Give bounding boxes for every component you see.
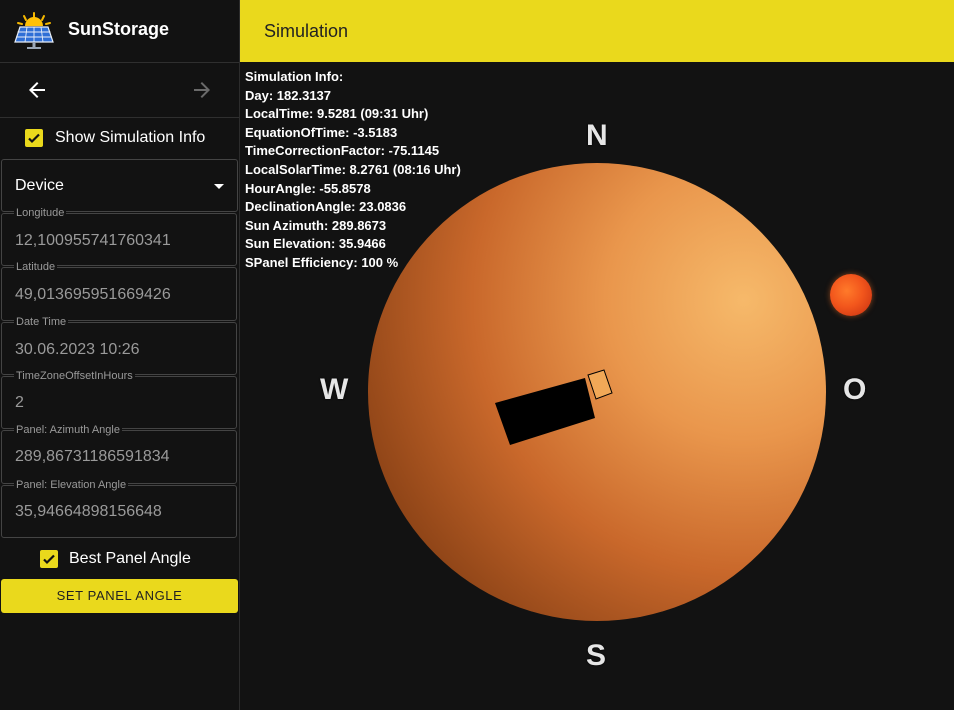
panel-elevation-value: 35,94664898156648 — [15, 503, 162, 520]
info-line: LocalTime: 9.5281 (09:31 Uhr) — [245, 106, 429, 122]
datetime-field[interactable]: Date Time 30.06.2023 10:26 — [1, 316, 237, 375]
compass-west: W — [320, 373, 349, 406]
latitude-field[interactable]: Latitude 49,013695951669426 — [1, 261, 237, 321]
brand-header: SunStorage — [0, 0, 239, 63]
datetime-label: Date Time — [14, 316, 69, 329]
show-info-checkbox[interactable] — [25, 129, 43, 147]
sidebar: SunStorage Show Simulation Info Device L… — [0, 0, 240, 710]
latitude-label: Latitude — [14, 261, 58, 274]
solar-panel-model — [495, 369, 613, 445]
check-icon — [28, 133, 40, 144]
check-icon — [43, 554, 55, 565]
datetime-value: 30.06.2023 10:26 — [15, 341, 140, 358]
navigation-row — [0, 63, 239, 118]
show-info-toggle[interactable]: Show Simulation Info — [0, 126, 239, 150]
info-line: DeclinationAngle: 23.0836 — [245, 199, 407, 215]
solar-panel-logo-icon — [14, 12, 54, 49]
panel-azimuth-field[interactable]: Panel: Azimuth Angle 289,86731186591834 — [1, 424, 237, 484]
info-line: Sun Azimuth: 289.8673 — [245, 217, 387, 233]
set-panel-angle-button[interactable]: SET PANEL ANGLE — [1, 579, 238, 613]
simulation-info-panel: Simulation Info: Day: 182.3137 LocalTime… — [245, 68, 461, 273]
compass-east: O — [843, 373, 867, 406]
timezone-offset-field[interactable]: TimeZoneOffsetInHours 2 — [1, 370, 237, 429]
compass-south: S — [586, 639, 607, 672]
panel-elevation-field[interactable]: Panel: Elevation Angle 35,94664898156648 — [1, 479, 237, 538]
panel-elevation-label: Panel: Elevation Angle — [14, 479, 129, 492]
dropdown-caret-icon — [214, 184, 224, 189]
info-line: EquationOfTime: -3.5183 — [245, 124, 398, 140]
info-line: TimeCorrectionFactor: -75.1145 — [245, 143, 440, 159]
longitude-value: 12,100955741760341 — [15, 232, 171, 249]
arrow-right-icon[interactable] — [190, 78, 214, 102]
longitude-field[interactable]: Longitude 12,100955741760341 — [1, 207, 237, 266]
device-select-value: Device — [15, 177, 64, 194]
top-app-bar: Simulation — [240, 0, 954, 62]
best-angle-label: Best Panel Angle — [69, 550, 191, 567]
arrow-left-icon[interactable] — [25, 78, 49, 102]
device-select[interactable]: Device — [1, 159, 238, 212]
app-title: SunStorage — [68, 19, 170, 39]
info-line: Sun Elevation: 35.9466 — [245, 236, 386, 252]
compass-north: N — [586, 119, 608, 152]
sun-sphere — [830, 274, 872, 316]
panel-azimuth-label: Panel: Azimuth Angle — [14, 424, 122, 437]
info-line: SPanel Efficiency: 100 % — [245, 254, 399, 270]
info-line: HourAngle: -55.8578 — [245, 180, 371, 196]
latitude-value: 49,013695951669426 — [15, 286, 171, 303]
info-line: LocalSolarTime: 8.2761 (08:16 Uhr) — [245, 161, 461, 177]
info-line: Day: 182.3137 — [245, 87, 332, 103]
timezone-offset-value: 2 — [15, 394, 24, 411]
best-angle-checkbox[interactable] — [40, 550, 58, 568]
longitude-label: Longitude — [14, 207, 67, 220]
timezone-offset-label: TimeZoneOffsetInHours — [14, 370, 135, 383]
panel-azimuth-value: 289,86731186591834 — [15, 448, 170, 465]
best-angle-toggle[interactable]: Best Panel Angle — [0, 547, 239, 571]
info-line: Simulation Info: — [245, 69, 344, 84]
simulation-view[interactable]: N S W O Simulation Info: Day: 182.3137 L… — [240, 63, 954, 710]
show-info-label: Show Simulation Info — [55, 129, 206, 146]
page-title: Simulation — [264, 21, 349, 41]
